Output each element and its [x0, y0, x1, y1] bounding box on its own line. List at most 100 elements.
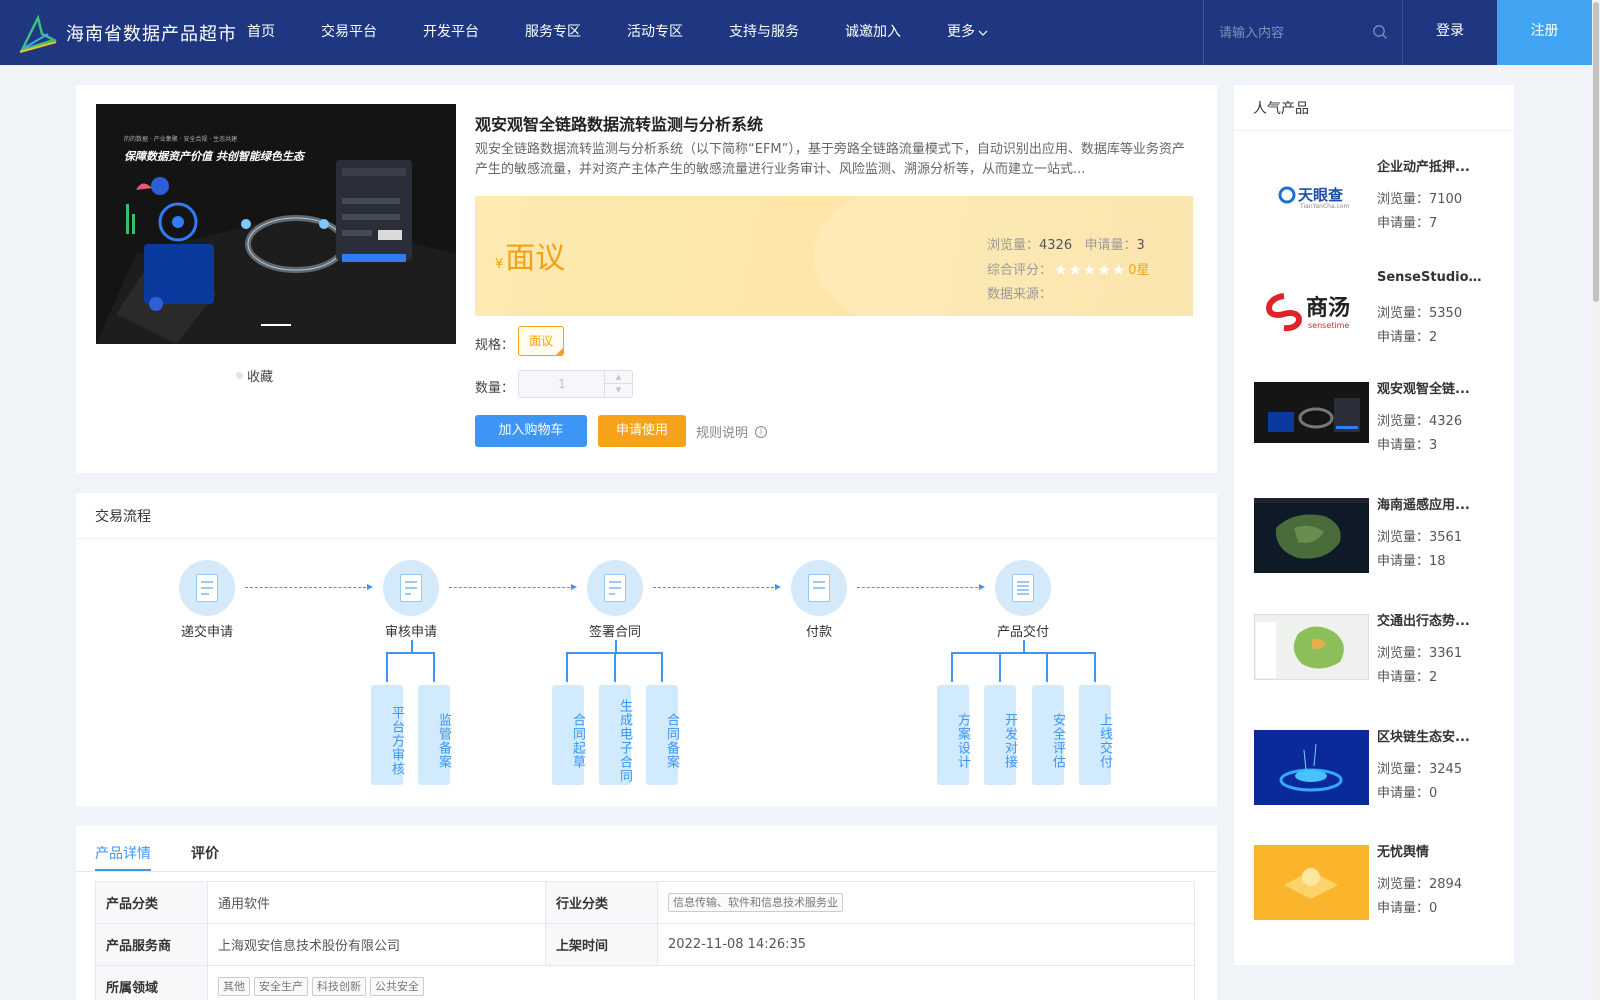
star-icon: ★: [1082, 261, 1097, 279]
nav-activities[interactable]: 活动专区: [627, 0, 683, 65]
domain-tag: 公共安全: [370, 977, 424, 996]
product-info-table: 产品分类 通用软件 行业分类 信息传输、软件和信息技术服务业 产品服务商 上海观…: [95, 881, 1195, 1000]
tab-product-details[interactable]: 产品详情: [95, 843, 151, 863]
review-document-icon: [383, 560, 439, 616]
quantity-decrease-icon[interactable]: ▼: [605, 384, 632, 397]
rules-link[interactable]: 规则说明 i: [696, 422, 768, 441]
popular-product-item[interactable]: 天眼查 TianYanCha.com 企业动产抵押... 浏览量：7100 申请…: [1254, 160, 1504, 255]
nav-home[interactable]: 首页: [247, 0, 275, 65]
domain-tag: 安全生产: [254, 977, 308, 996]
popular-views: 浏览量：2894: [1377, 873, 1462, 892]
views-label: 浏览量：: [1377, 530, 1430, 545]
popular-views: 浏览量：5350: [1377, 302, 1462, 321]
favorite-button[interactable]: 收藏: [236, 366, 273, 385]
rating-label: 综合评分：: [987, 263, 1053, 278]
product-title: 观安观智全链路数据流转监测与分析系统: [475, 115, 764, 134]
tree-line: [999, 652, 1001, 682]
quantity-stepper-controls: ▲ ▼: [604, 371, 632, 397]
info-icon: i: [755, 425, 768, 438]
flow-sub-contract-draft: 合同起草: [552, 685, 585, 785]
nav-services[interactable]: 服务专区: [525, 0, 581, 65]
applies-count: 0: [1429, 901, 1438, 916]
nav-dev-platform[interactable]: 开发平台: [423, 0, 479, 65]
flow-sub-platform-review: 平台方审核: [371, 685, 404, 785]
divider: [1234, 130, 1514, 131]
popular-product-name: 观安观智全链...: [1377, 382, 1470, 397]
favorite-icon: [236, 372, 243, 379]
nav-join[interactable]: 诚邀加入: [845, 0, 901, 65]
views-label: 浏览量：: [1377, 877, 1430, 892]
flow-sub-e-contract: 生成电子合同: [599, 685, 632, 785]
tree-line: [661, 652, 663, 682]
popular-product-name: 企业动产抵押...: [1377, 160, 1470, 175]
popular-applies: 申请量：3: [1377, 434, 1437, 453]
rules-label: 规则说明: [696, 426, 749, 441]
nav-trading[interactable]: 交易平台: [321, 0, 377, 65]
popular-product-item[interactable]: 海南遥感应用... 浏览量：3561 申请量：18: [1254, 498, 1504, 593]
add-to-cart-button[interactable]: 加入购物车: [475, 415, 587, 447]
tab-reviews[interactable]: 评价: [191, 843, 219, 863]
register-button[interactable]: 注册: [1497, 0, 1592, 65]
carousel-indicator[interactable]: [261, 324, 291, 326]
price-value: 面议: [505, 241, 566, 276]
flow-sub-go-live: 上线交付: [1079, 685, 1112, 785]
search-icon[interactable]: [1372, 24, 1388, 40]
nav-support[interactable]: 支持与服务: [729, 0, 799, 65]
apply-use-button[interactable]: 申请使用: [598, 415, 686, 447]
spec-option[interactable]: 面议: [518, 326, 564, 356]
search-input[interactable]: [1219, 22, 1359, 44]
quantity-increase-icon[interactable]: ▲: [605, 371, 632, 384]
popular-product-name: 无忧舆情: [1377, 845, 1430, 860]
sensetime-logo: 商汤 sensetime: [1254, 274, 1369, 349]
flow-section-title: 交易流程: [95, 509, 151, 525]
quantity-stepper: ▲ ▼: [518, 370, 633, 398]
star-icon: ★: [1111, 261, 1126, 279]
flow-step-label: 递交申请: [180, 625, 233, 640]
site-brand-name[interactable]: 海南省数据产品超市: [66, 20, 237, 46]
favorite-label: 收藏: [247, 370, 274, 385]
product-details-card: 产品详情 评价 产品分类 通用软件 行业分类 信息传输、软件和信息技术服务业 产…: [76, 826, 1217, 1000]
table-key: 所属领域: [95, 965, 208, 1000]
banner-slogan: 保障数据资产价值 共创智能绿色生态: [124, 150, 304, 163]
applies-count: 2: [1429, 670, 1438, 685]
popular-product-name: 海南遥感应用...: [1377, 498, 1470, 513]
product-image-carousel[interactable]: 的的数据 · 产业集聚 · 安全合规 · 生态共建 保障数据资产价值 共创智能绿…: [96, 104, 456, 344]
source-label: 数据来源：: [987, 287, 1053, 302]
quantity-input[interactable]: [519, 371, 605, 397]
rating-stars: ★ ★ ★ ★ ★: [1054, 258, 1126, 282]
views-label: 浏览量：: [1377, 192, 1430, 207]
nav-more[interactable]: 更多: [947, 0, 988, 65]
top-navbar: 海南省数据产品超市 首页 交易平台 开发平台 服务专区 活动专区 支持与服务 诚…: [0, 0, 1600, 65]
flow-arrow: [449, 584, 577, 590]
site-logo-icon[interactable]: [18, 14, 58, 54]
applies-count: 3: [1429, 438, 1438, 453]
applies-label: 申请量：: [1377, 670, 1430, 685]
logo-text: 天眼查: [1298, 186, 1344, 204]
logo-text: 商汤: [1306, 296, 1351, 321]
flow-sub-contract-filing: 合同备案: [646, 685, 679, 785]
views-label: 浏览量：: [1377, 762, 1430, 777]
table-value: 信息传输、软件和信息技术服务业: [657, 881, 1195, 924]
login-button[interactable]: 登录: [1403, 0, 1497, 65]
stats-row-rating: 综合评分： ★ ★ ★ ★ ★ 0星: [987, 258, 1150, 283]
tree-line: [1094, 652, 1096, 682]
views-label: 浏览量：: [1377, 646, 1430, 661]
table-value: 2022-11-08 14:26:35: [657, 923, 1195, 966]
popular-product-item[interactable]: 交通出行态势... 浏览量：3361 申请量：2: [1254, 614, 1504, 709]
applies-label: 申请量：: [1377, 786, 1430, 801]
delivery-document-icon: [995, 560, 1051, 616]
views-count: 4326: [1039, 238, 1073, 253]
popular-applies: 申请量：0: [1377, 782, 1437, 801]
popular-product-item[interactable]: 区块链生态安... 浏览量：3245 申请量：0: [1254, 730, 1504, 825]
scrollbar-thumb[interactable]: [1593, 2, 1599, 302]
popular-product-item[interactable]: 商汤 sensetime SenseStudio... 浏览量：5350 申请量…: [1254, 270, 1504, 369]
product-description: 观安全链路数据流转监测与分析系统（以下简称“EFM”），基于旁路全链路流量模式下…: [475, 142, 1185, 177]
divider: [76, 538, 1217, 539]
popular-product-item[interactable]: 观安观智全链... 浏览量：4326 申请量：3: [1254, 382, 1504, 477]
banner-tagline: 的的数据 · 产业集聚 · 安全合规 · 生态共建: [124, 136, 238, 143]
popular-product-item[interactable]: 无忧舆情 浏览量：2894 申请量：0: [1254, 845, 1504, 940]
views-label: 浏览量：: [1377, 306, 1430, 321]
chevron-down-icon: [978, 30, 988, 36]
page-scrollbar[interactable]: [1592, 0, 1600, 1000]
popular-products-panel: 人气产品 天眼查 TianYanCha.com 企业动产抵押... 浏览量：71…: [1234, 85, 1514, 965]
